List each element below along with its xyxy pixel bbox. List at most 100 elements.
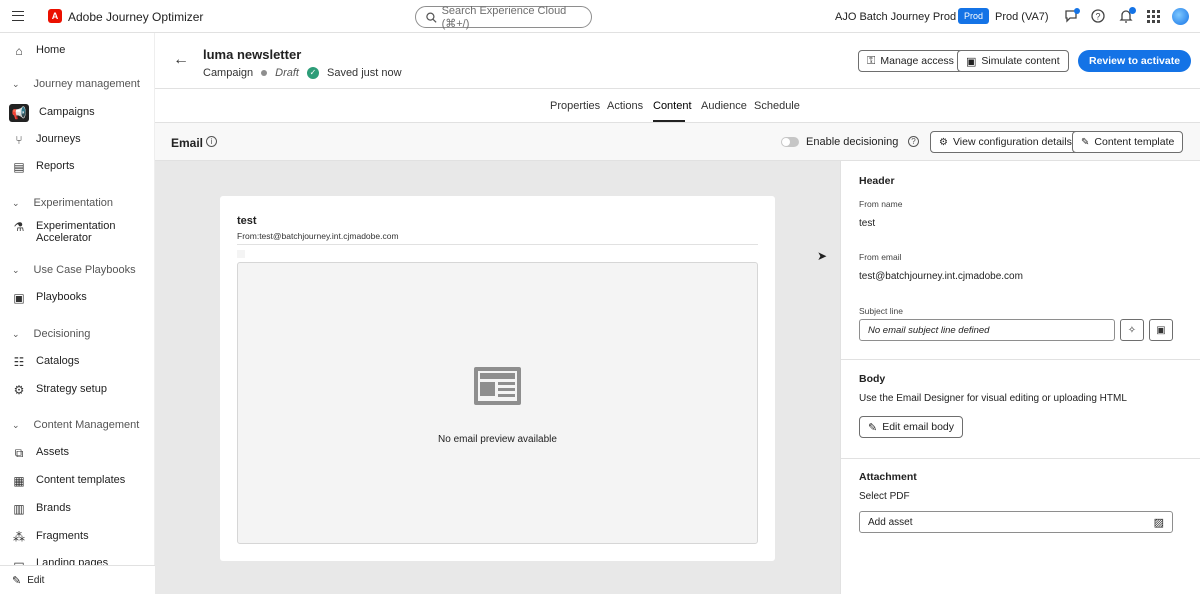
sidebar-item-content-templates[interactable]: ▦ Content templates [12, 474, 125, 488]
from-name-value: test [859, 218, 876, 229]
brand-icon: ▥ [13, 502, 25, 516]
sidebar-item-fragments[interactable]: ⁂ Fragments [12, 530, 89, 544]
sidebar-item-brands[interactable]: ▥ Brands [12, 502, 71, 516]
sidebar-item-strategy-setup[interactable]: ⚙ Strategy setup [12, 383, 107, 397]
chevron-down-icon: ⌄ [12, 328, 20, 339]
search-icon [426, 11, 437, 23]
email-preview-card: test From:test@batchjourney.int.cjmadobe… [220, 196, 775, 561]
user-settings-icon: ⚙ [939, 136, 948, 148]
magic-wand-icon: ✧ [1127, 324, 1137, 336]
sidebar-item-landing-pages[interactable]: ▭ Landing pages [12, 557, 108, 565]
assets-icon: ⧉ [14, 446, 24, 460]
tab-actions[interactable]: Actions [607, 100, 643, 112]
from-name-label: From name [859, 199, 903, 209]
from-email-label: From email [859, 252, 902, 262]
select-pdf-label: Select PDF [859, 491, 910, 502]
email-from-preview: From:test@batchjourney.int.cjmadobe.com [237, 231, 399, 241]
subject-line-label: Subject line [859, 306, 903, 316]
checkmark-icon: ✓ [306, 67, 319, 79]
env-badge[interactable]: Prod [958, 8, 990, 24]
email-toolbar: Email i Enable decisioning ? ⚙ View confi… [155, 123, 1200, 161]
sidebar-item-reports[interactable]: ▤ Reports [12, 160, 74, 174]
pencil-icon: ✎ [12, 574, 22, 587]
search-placeholder: Search Experience Cloud (⌘+/) [441, 4, 567, 30]
email-properties-panel: Header From name test From email test@ba… [840, 161, 1200, 594]
decisioning-label: Enable decisioning [806, 136, 899, 148]
tab-properties[interactable]: Properties [550, 100, 600, 112]
body-description: Use the Email Designer for visual editin… [859, 393, 1127, 404]
active-tab-indicator [653, 120, 685, 122]
env-name[interactable]: Prod (VA7) [995, 11, 1049, 23]
strategy-icon: ⚙ [13, 383, 25, 397]
apps-grid-icon[interactable] [1145, 8, 1161, 24]
chevron-down-icon: ⌄ [12, 78, 20, 89]
campaign-type: Campaign [203, 67, 254, 79]
content-template-button[interactable]: ✎ Content template [1072, 131, 1184, 153]
tab-schedule[interactable]: Schedule [754, 100, 800, 112]
subject-line-input[interactable]: No email subject line defined [859, 319, 1115, 341]
subject-line-placeholder: No email subject line defined [868, 324, 990, 336]
landing-page-icon: ▭ [13, 557, 25, 565]
report-icon: ▤ [13, 160, 25, 174]
search-input[interactable]: Search Experience Cloud (⌘+/) [415, 4, 592, 30]
email-template-icon [474, 367, 521, 405]
adobe-logo-icon[interactable]: A [48, 9, 62, 23]
manage-access-button[interactable]: ⚿ Manage access [858, 50, 963, 72]
sidebar-item-assets[interactable]: ⧉ Assets [12, 446, 69, 460]
edit-email-body-button[interactable]: ✎ Edit email body [859, 416, 964, 438]
user-avatar[interactable] [1172, 8, 1189, 25]
app-title[interactable]: Adobe Journey Optimizer [68, 10, 203, 24]
personalization-button[interactable]: ▣ [1149, 319, 1173, 341]
sidebar-item-home[interactable]: ⌂ Home [12, 44, 65, 58]
sidebar-group-decisioning[interactable]: ⌄ Decisioning [12, 328, 90, 340]
divider [841, 359, 1200, 360]
chevron-down-icon: ⌄ [12, 419, 20, 430]
add-asset-input[interactable]: Add asset ▨ [859, 511, 1173, 533]
campaign-tabs: Properties Actions Content Audience Sche… [155, 89, 1200, 123]
sidebar-item-campaigns[interactable]: 📢 Campaigns [9, 104, 95, 122]
sidebar-item-catalogs[interactable]: ☷ Catalogs [12, 355, 80, 369]
campaign-status: Draft [275, 67, 299, 79]
simulate-icon: ▣ [966, 55, 977, 68]
feedback-dot-icon [1074, 8, 1080, 14]
pencil-icon: ✎ [868, 421, 878, 434]
body-section-title: Body [859, 373, 886, 385]
hamburger-menu-icon[interactable] [12, 11, 24, 21]
sidebar-group-journey-management[interactable]: ⌄ Journey management [12, 78, 140, 90]
saved-status: Saved just now [326, 67, 402, 79]
campaign-title: luma newsletter [203, 47, 302, 62]
chevron-down-icon: ⌄ [12, 264, 20, 275]
divider [237, 244, 758, 245]
tab-content[interactable]: Content [653, 100, 692, 112]
back-arrow-icon[interactable]: ← [173, 51, 189, 69]
sidebar-group-use-case-playbooks[interactable]: ⌄ Use Case Playbooks [12, 264, 136, 276]
campaign-header: ← luma newsletter Campaign Draft ✓ Saved… [155, 33, 1200, 89]
sidebar-edit-button[interactable]: ✎ Edit [0, 565, 155, 594]
tab-audience[interactable]: Audience [701, 100, 747, 112]
sidebar-item-journeys[interactable]: ⑂ Journeys [12, 133, 80, 147]
home-icon: ⌂ [15, 44, 23, 58]
decisioning-toggle[interactable] [781, 137, 799, 147]
journey-flow-icon: ⑂ [15, 133, 23, 147]
help-icon[interactable]: ? [1090, 8, 1106, 24]
playbook-icon: ▣ [13, 291, 25, 305]
lock-icon: ⚿ [867, 54, 876, 67]
catalog-icon: ☷ [13, 355, 25, 369]
decisioning-help-icon[interactable]: ? [908, 136, 919, 147]
simulate-content-button[interactable]: ▣ Simulate content [957, 50, 1069, 72]
left-sidebar: ⌂ Home ⌄ Journey management 📢 Campaigns ⑂ Jo… [0, 33, 155, 594]
image-picker-icon[interactable]: ▨ [1154, 516, 1164, 529]
sidebar-group-experimentation[interactable]: ⌄ Experimentation [12, 197, 113, 209]
org-switcher[interactable]: AJO Batch Journey Prod [835, 11, 956, 23]
sidebar-item-experimentation-accelerator[interactable]: ⚗ Experimentation Accelerator [12, 220, 126, 244]
campaign-meta: Campaign Draft ✓ Saved just now [203, 67, 402, 79]
sidebar-item-playbooks[interactable]: ▣ Playbooks [12, 291, 86, 305]
header-section-title: Header [859, 175, 895, 187]
view-configuration-button[interactable]: ⚙ View configuration details [930, 131, 1081, 153]
ai-assistant-button[interactable]: ✧ [1120, 319, 1144, 341]
sidebar-group-content-management[interactable]: ⌄ Content Management [12, 419, 139, 431]
info-icon[interactable]: i [206, 136, 217, 147]
review-to-activate-button[interactable]: Review to activate [1078, 50, 1192, 72]
edit-template-icon: ✎ [1081, 136, 1090, 148]
svg-text:?: ? [1095, 12, 1100, 22]
